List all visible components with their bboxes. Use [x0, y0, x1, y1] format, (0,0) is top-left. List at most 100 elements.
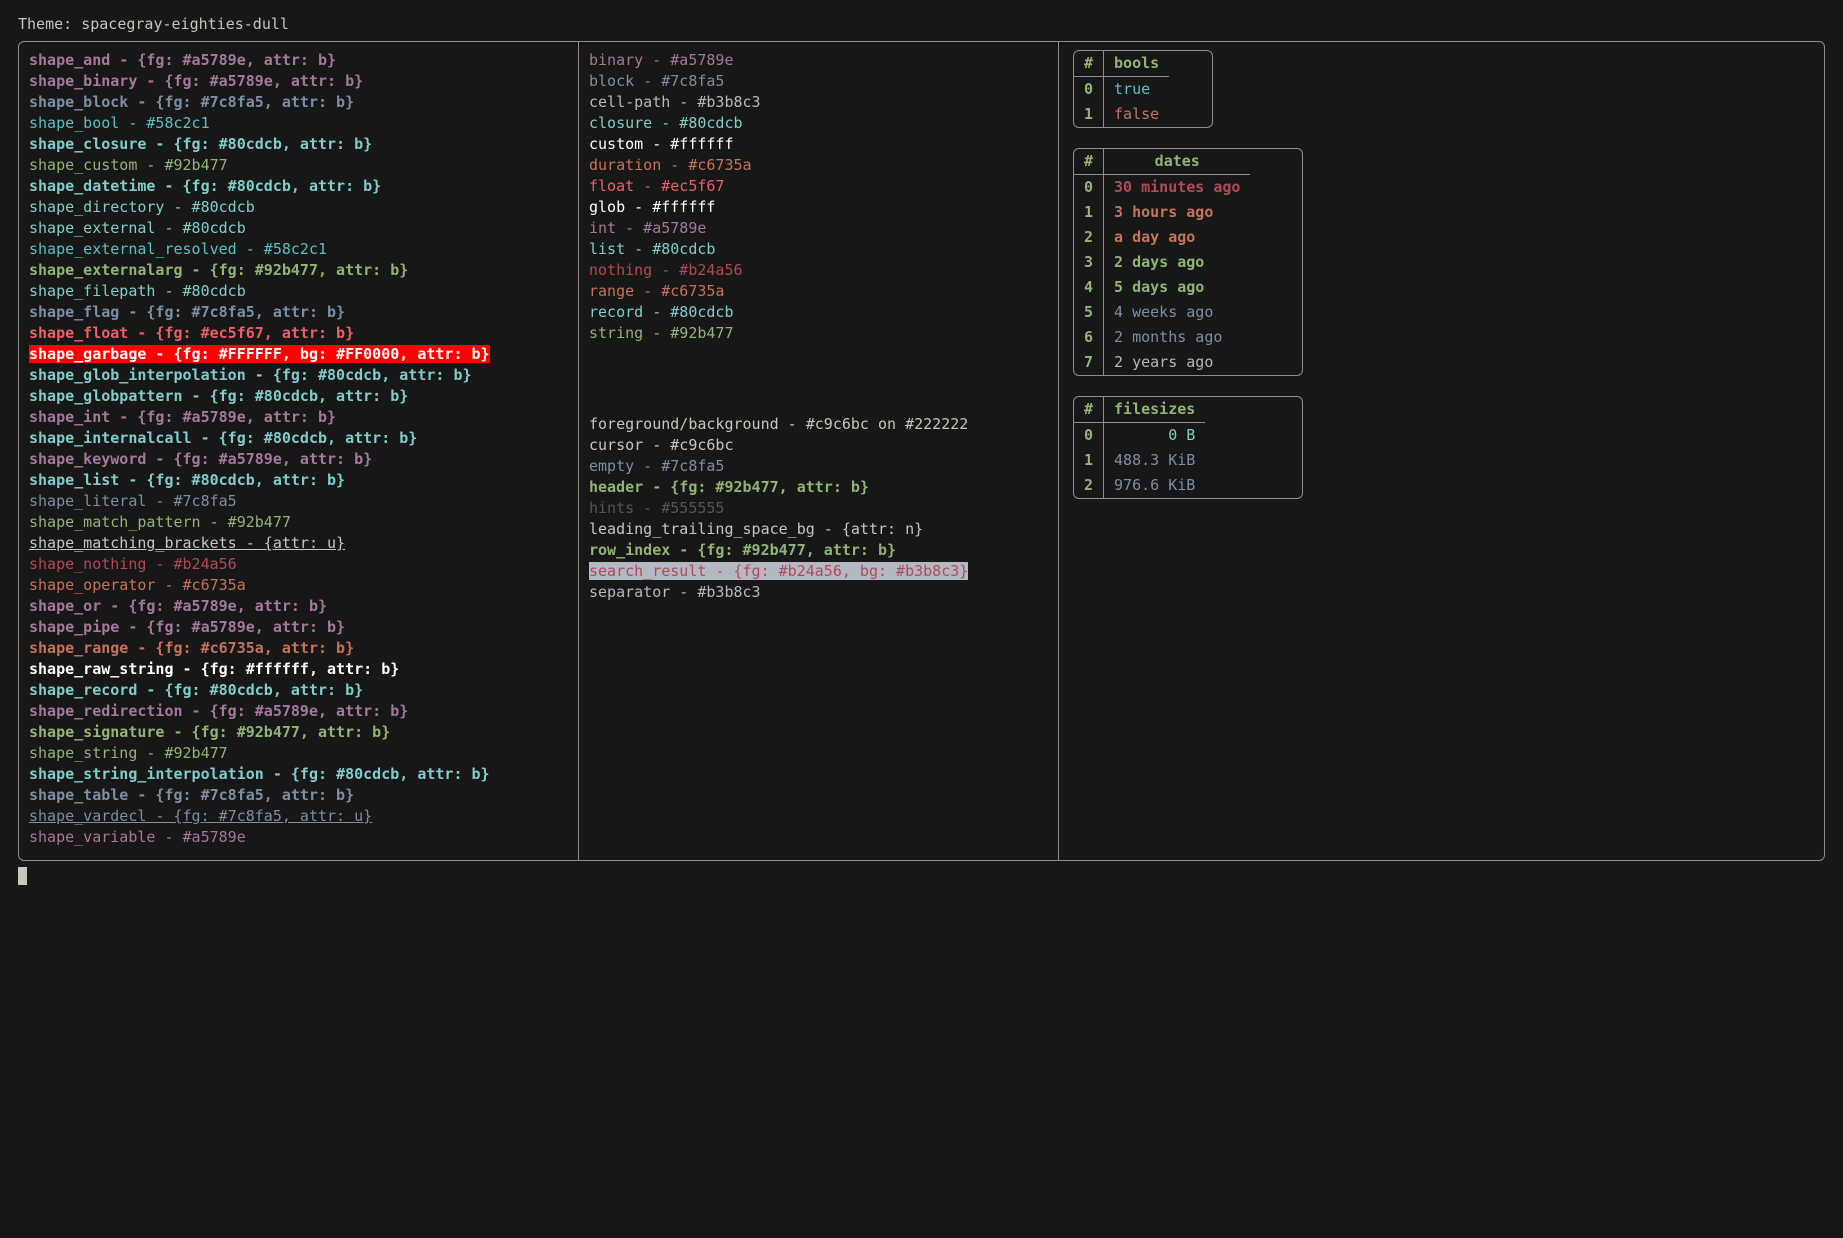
column-types-misc: binary - #a5789eblock - #7c8fa5cell-path… [579, 42, 1059, 860]
row-index: 2 [1074, 473, 1104, 498]
kv-line: shape_string_interpolation - {fg: #80cdc… [29, 764, 568, 785]
row-index: 0 [1074, 77, 1104, 103]
table-row: 72 years ago [1074, 350, 1250, 375]
col-header-value: filesizes [1104, 397, 1206, 423]
kv-line: shape_block - {fg: #7c8fa5, attr: b} [29, 92, 568, 113]
kv-line: shape_flag - {fg: #7c8fa5, attr: b} [29, 302, 568, 323]
table-row: 2a day ago [1074, 225, 1250, 250]
kv-line: shape_directory - #80cdcb [29, 197, 568, 218]
row-value: 5 days ago [1104, 275, 1251, 300]
kv-line: custom - #ffffff [589, 134, 1048, 155]
row-index: 5 [1074, 300, 1104, 325]
kv-line: shape_binary - {fg: #a5789e, attr: b} [29, 71, 568, 92]
kv-line: cursor - #c9c6bc [589, 435, 1048, 456]
kv-line: shape_garbage - {fg: #FFFFFF, bg: #FF000… [29, 344, 568, 365]
kv-line: shape_custom - #92b477 [29, 155, 568, 176]
table-row: 00 B [1074, 423, 1205, 449]
kv-line: shape_match_pattern - #92b477 [29, 512, 568, 533]
row-index: 6 [1074, 325, 1104, 350]
kv-line: shape_nothing - #b24a56 [29, 554, 568, 575]
kv-line: shape_record - {fg: #80cdcb, attr: b} [29, 680, 568, 701]
col-header-index: # [1074, 149, 1104, 175]
kv-line: list - #80cdcb [589, 239, 1048, 260]
row-index: 3 [1074, 250, 1104, 275]
kv-line: shape_list - {fg: #80cdcb, attr: b} [29, 470, 568, 491]
table-row: 54 weeks ago [1074, 300, 1250, 325]
row-value: 2 months ago [1104, 325, 1251, 350]
title-prefix: Theme: [18, 15, 81, 33]
table-row: 1488.3 KiB [1074, 448, 1205, 473]
table-filesizes: #filesizes00 B1488.3 KiB2976.6 KiB [1073, 396, 1810, 519]
row-value: 4 weeks ago [1104, 300, 1251, 325]
kv-line: shape_range - {fg: #c6735a, attr: b} [29, 638, 568, 659]
kv-line: foreground/background - #c9c6bc on #2222… [589, 414, 1048, 435]
kv-line: shape_pipe - {fg: #a5789e, attr: b} [29, 617, 568, 638]
table-row: 1false [1074, 102, 1169, 127]
kv-line: empty - #7c8fa5 [589, 456, 1048, 477]
kv-line: shape_operator - #c6735a [29, 575, 568, 596]
kv-line: shape_string - #92b477 [29, 743, 568, 764]
kv-line: shape_redirection - {fg: #a5789e, attr: … [29, 701, 568, 722]
row-index: 1 [1074, 448, 1104, 473]
kv-line: shape_signature - {fg: #92b477, attr: b} [29, 722, 568, 743]
kv-line: binary - #a5789e [589, 50, 1048, 71]
row-value: true [1104, 77, 1170, 103]
col-header-value: bools [1104, 51, 1170, 77]
kv-line: shape_external - #80cdcb [29, 218, 568, 239]
kv-line: shape_glob_interpolation - {fg: #80cdcb,… [29, 365, 568, 386]
row-index: 1 [1074, 102, 1104, 127]
col-header-index: # [1074, 51, 1104, 77]
kv-line: block - #7c8fa5 [589, 71, 1048, 92]
kv-line: header - {fg: #92b477, attr: b} [589, 477, 1048, 498]
kv-line: shape_int - {fg: #a5789e, attr: b} [29, 407, 568, 428]
row-index: 4 [1074, 275, 1104, 300]
row-value: 0 B [1104, 423, 1206, 449]
row-value: 2 days ago [1104, 250, 1251, 275]
kv-line: shape_datetime - {fg: #80cdcb, attr: b} [29, 176, 568, 197]
table-row: 13 hours ago [1074, 200, 1250, 225]
table-row: 45 days ago [1074, 275, 1250, 300]
kv-line: hints - #555555 [589, 498, 1048, 519]
kv-line: range - #c6735a [589, 281, 1048, 302]
row-value: 2 years ago [1104, 350, 1251, 375]
table-bools: #bools0true1false [1073, 50, 1810, 148]
row-value: a day ago [1104, 225, 1251, 250]
row-value: 3 hours ago [1104, 200, 1251, 225]
row-index: 1 [1074, 200, 1104, 225]
kv-line: shape_literal - #7c8fa5 [29, 491, 568, 512]
kv-line: glob - #ffffff [589, 197, 1048, 218]
table-row: 62 months ago [1074, 325, 1250, 350]
kv-line: shape_external_resolved - #58c2c1 [29, 239, 568, 260]
kv-line: shape_float - {fg: #ec5f67, attr: b} [29, 323, 568, 344]
row-index: 2 [1074, 225, 1104, 250]
kv-line: shape_or - {fg: #a5789e, attr: b} [29, 596, 568, 617]
page-title: Theme: spacegray-eighties-dull [18, 14, 1825, 35]
row-value: 488.3 KiB [1104, 448, 1206, 473]
row-index: 7 [1074, 350, 1104, 375]
column-shapes: shape_and - {fg: #a5789e, attr: b}shape_… [19, 42, 579, 860]
kv-line: leading_trailing_space_bg - {attr: n} [589, 519, 1048, 540]
section-misc: foreground/background - #c9c6bc on #2222… [589, 414, 1048, 603]
kv-line: shape_and - {fg: #a5789e, attr: b} [29, 50, 568, 71]
kv-line: shape_variable - #a5789e [29, 827, 568, 848]
row-index: 0 [1074, 423, 1104, 449]
kv-line: shape_keyword - {fg: #a5789e, attr: b} [29, 449, 568, 470]
kv-line: cell-path - #b3b8c3 [589, 92, 1048, 113]
table-row: 32 days ago [1074, 250, 1250, 275]
kv-line: shape_matching_brackets - {attr: u} [29, 533, 568, 554]
column-tables: #bools0true1false #dates030 minutes ago1… [1059, 42, 1824, 860]
kv-line: duration - #c6735a [589, 155, 1048, 176]
kv-line: shape_externalarg - {fg: #92b477, attr: … [29, 260, 568, 281]
kv-line: shape_raw_string - {fg: #ffffff, attr: b… [29, 659, 568, 680]
row-value: 976.6 KiB [1104, 473, 1206, 498]
cursor-block [18, 867, 27, 885]
kv-line: string - #92b477 [589, 323, 1048, 344]
col-header-value: dates [1104, 149, 1251, 175]
kv-line: shape_closure - {fg: #80cdcb, attr: b} [29, 134, 568, 155]
row-value: 30 minutes ago [1104, 175, 1251, 201]
kv-line: record - #80cdcb [589, 302, 1048, 323]
kv-line: separator - #b3b8c3 [589, 582, 1048, 603]
kv-line: shape_bool - #58c2c1 [29, 113, 568, 134]
theme-name: spacegray-eighties-dull [81, 15, 289, 33]
col-header-index: # [1074, 397, 1104, 423]
